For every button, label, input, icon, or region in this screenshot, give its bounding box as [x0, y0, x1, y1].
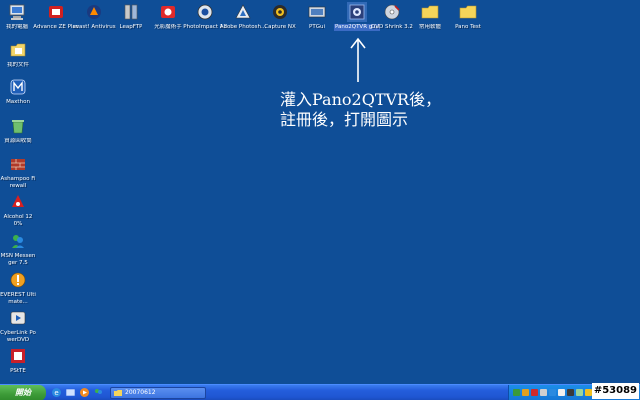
tray-app-icon[interactable]: [576, 389, 583, 396]
annotation-line-2: 註冊後，打開圖示: [280, 110, 409, 129]
icon-label: CyberLink PowerDVD: [0, 330, 36, 343]
alcohol-icon: [8, 192, 28, 212]
show-desktop-icon[interactable]: [65, 387, 76, 398]
icon-label: 我的電腦: [5, 24, 28, 30]
desktop-icon-recycle-bin[interactable]: 資源回收筒: [0, 116, 36, 145]
folder-icon: [420, 2, 440, 22]
ptgui-icon: [307, 2, 327, 22]
icon-label: 我的文件: [6, 62, 29, 68]
photo-magic-icon: [158, 2, 178, 22]
desktop-icon-msn[interactable]: MSN Messenger 7.5: [0, 231, 36, 266]
icon-label: Ashampoo Firewall: [0, 176, 36, 189]
icon-label: Alcohol 120%: [3, 214, 33, 227]
my-computer-icon: [7, 2, 27, 22]
desktop-icon-pano-test[interactable]: Pano Test: [440, 2, 496, 31]
taskbar-button-label: 20070612: [125, 389, 156, 396]
tray-volume-icon[interactable]: [540, 389, 547, 396]
media-player-icon[interactable]: [79, 387, 90, 398]
taskbar-button-folder[interactable]: 20070612: [110, 386, 206, 399]
folder-icon: [114, 389, 122, 397]
desktop: 我的電腦 Advance ZE Plus avast! Antivirus Le…: [0, 0, 640, 384]
photoimpact-icon: [195, 2, 215, 22]
desktop-icon-firewall[interactable]: Ashampoo Firewall: [0, 154, 36, 189]
leapftp-icon: [121, 2, 141, 22]
tray-monitor-icon[interactable]: [567, 389, 574, 396]
tray-display-icon[interactable]: [558, 389, 565, 396]
firewall-icon: [8, 154, 28, 174]
messenger-icon[interactable]: [93, 387, 104, 398]
dvd-shrink-icon: [382, 2, 402, 22]
desktop-icon-my-documents[interactable]: 我的文件: [0, 40, 36, 69]
tray-network-icon[interactable]: [513, 389, 520, 396]
recycle-bin-icon: [8, 116, 28, 136]
icon-label: 常用軟體: [418, 24, 441, 30]
avast-icon: [84, 2, 104, 22]
svg-text:e: e: [54, 389, 58, 397]
tray-antivirus-icon[interactable]: [531, 389, 538, 396]
tray-alert-icon[interactable]: [522, 389, 529, 396]
desktop-icon-pstte[interactable]: PStTE: [0, 346, 36, 375]
ie-icon[interactable]: e: [51, 387, 62, 398]
my-documents-icon: [8, 40, 28, 60]
tray-messenger-icon[interactable]: [549, 389, 556, 396]
start-label: 開始: [15, 388, 31, 397]
watermark: #53089: [591, 383, 639, 399]
icon-label: PTGui: [309, 24, 325, 30]
folder-icon: [458, 2, 478, 22]
annotation-line-1: 灌入Pano2QTVR後，: [280, 90, 442, 109]
photoshop-icon: [233, 2, 253, 22]
pstte-icon: [8, 346, 28, 366]
icon-label: EVEREST Ultimate...: [0, 292, 36, 305]
annotation-text: 灌入Pano2QTVR後， 註冊後，打開圖示: [280, 90, 480, 130]
maxthon-icon: [8, 77, 28, 97]
desktop-icon-alcohol[interactable]: Alcohol 120%: [0, 192, 36, 227]
everest-icon: [8, 270, 28, 290]
quick-launch: e: [51, 387, 104, 399]
start-button[interactable]: 開始: [0, 384, 46, 400]
icon-label: MSN Messenger 7.5: [0, 253, 36, 266]
icon-label: Pano Test: [455, 24, 481, 30]
icon-label: Maxthon: [6, 99, 30, 105]
icon-label: PStTE: [10, 368, 26, 374]
powerdvd-icon: [8, 308, 28, 328]
capture-nx-icon: [270, 2, 290, 22]
icon-label: 資源回收筒: [4, 138, 32, 144]
annotation-arrow: [350, 37, 366, 82]
taskbar: 開始 e 20070612: [0, 384, 640, 400]
desktop-icon-maxthon[interactable]: Maxthon: [0, 77, 36, 106]
msn-icon: [8, 231, 28, 251]
advance-ze-icon: [46, 2, 66, 22]
desktop-icon-everest[interactable]: EVEREST Ultimate...: [0, 270, 36, 305]
desktop-icon-powerdvd[interactable]: CyberLink PowerDVD: [0, 308, 36, 343]
